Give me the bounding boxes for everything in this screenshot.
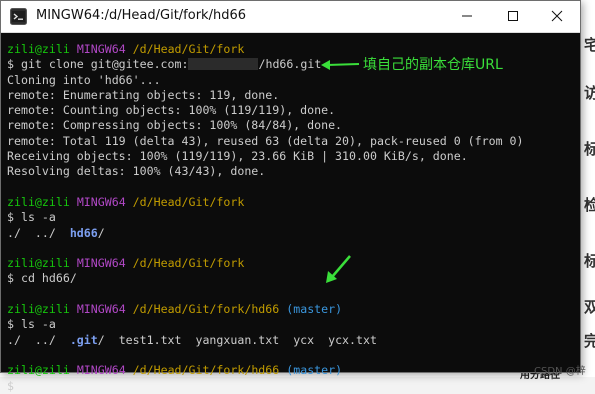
prompt-path: /d/Head/Git/fork/hd66 bbox=[132, 302, 280, 317]
background-char: 宅 bbox=[584, 36, 595, 54]
ls-output: ./ ../ hd66/ bbox=[7, 226, 573, 241]
background-char: 完 bbox=[584, 332, 595, 350]
redacted-username bbox=[188, 58, 259, 71]
ls-dots: ./ ../ bbox=[7, 225, 70, 240]
title-bar[interactable]: MINGW64:/d/Head/Git/fork/hd66 bbox=[1, 1, 580, 33]
background-char: 标 bbox=[584, 252, 595, 270]
prompt-path: /d/Head/Git/fork/hd66 bbox=[132, 363, 280, 378]
command-line[interactable]: $ bbox=[7, 379, 573, 394]
background-char: 双 bbox=[584, 298, 595, 316]
git-branch: (master) bbox=[286, 302, 343, 317]
ls-output: ./ ../ .git/ test1.txt yangxuan.txt ycx … bbox=[7, 333, 573, 348]
watermark-text: CSDN @梓 bbox=[534, 366, 586, 377]
prompt-user: zili@zili bbox=[7, 302, 70, 317]
terminal-window: MINGW64:/d/Head/Git/fork/hd66 zili@zili … bbox=[0, 0, 581, 393]
minimize-icon bbox=[461, 7, 473, 26]
prompt-line: zili@zili MINGW64 /d/Head/Git/fork bbox=[7, 195, 573, 210]
output-line: remote: Total 119 (delta 43), reused 63 … bbox=[7, 133, 524, 148]
command-text: $ git clone git@gitee.com: bbox=[7, 57, 189, 72]
terminal-output[interactable]: zili@zili MINGW64 /d/Head/Git/fork $ git… bbox=[7, 42, 573, 393]
prompt-user: zili@zili bbox=[7, 363, 70, 378]
prompt-path: /d/Head/Git/fork bbox=[132, 42, 245, 56]
minimize-button[interactable] bbox=[444, 1, 490, 32]
prompt-line: zili@zili MINGW64 /d/Head/Git/fork/hd66 … bbox=[7, 302, 573, 317]
close-button[interactable] bbox=[534, 1, 580, 32]
output-line: remote: Enumerating objects: 119, done. bbox=[7, 87, 280, 102]
prompt-line: zili@zili MINGW64 /d/Head/Git/fork/hd66 … bbox=[7, 363, 573, 378]
prompt-user: zili@zili bbox=[7, 42, 70, 56]
prompt-path: /d/Head/Git/fork bbox=[132, 194, 245, 209]
output-line: Receiving objects: 100% (119/119), 23.66… bbox=[7, 149, 468, 164]
ls-files: / test1.txt yangxuan.txt ycx ycx.txt bbox=[97, 332, 377, 347]
directory-entry: .git bbox=[69, 332, 98, 347]
prompt-path: /d/Head/Git/fork bbox=[132, 256, 245, 271]
ls-slash: / bbox=[97, 225, 105, 240]
directory-entry: hd66 bbox=[69, 225, 98, 240]
prompt-host: MINGW64 bbox=[76, 256, 126, 271]
prompt-user: zili@zili bbox=[7, 256, 70, 271]
prompt-user: zili@zili bbox=[7, 194, 70, 209]
command-line: $ cd hd66/ bbox=[7, 271, 77, 286]
output-line: remote: Compressing objects: 100% (84/84… bbox=[7, 118, 343, 133]
window-title: MINGW64:/d/Head/Git/fork/hd66 bbox=[36, 8, 246, 23]
git-branch: (master) bbox=[286, 363, 343, 378]
output-line: Cloning into 'hd66'... bbox=[7, 72, 161, 87]
maximize-button[interactable] bbox=[490, 1, 536, 32]
prompt-line: zili@zili MINGW64 /d/Head/Git/fork bbox=[7, 256, 573, 271]
command-line: $ ls -a bbox=[7, 317, 56, 332]
prompt-host: MINGW64 bbox=[76, 302, 126, 317]
output-line: Resolving deltas: 100% (43/43), done. bbox=[7, 164, 266, 179]
prompt-host: MINGW64 bbox=[76, 363, 126, 378]
prompt-host: MINGW64 bbox=[76, 42, 126, 56]
command-text: /hd66.git bbox=[258, 57, 322, 72]
maximize-icon bbox=[507, 7, 519, 26]
ls-dots: ./ ../ bbox=[7, 332, 70, 347]
annotation-label: 填自己的副本仓库URL bbox=[363, 57, 503, 73]
background-char: 检 bbox=[584, 196, 595, 214]
prompt-host: MINGW64 bbox=[76, 194, 126, 209]
background-char: 访 bbox=[584, 84, 595, 102]
mingw-icon bbox=[10, 8, 27, 25]
output-line: remote: Counting objects: 100% (119/119)… bbox=[7, 103, 336, 118]
background-char: 标 bbox=[584, 140, 595, 158]
close-icon bbox=[551, 7, 563, 26]
command-line: $ ls -a bbox=[7, 210, 56, 225]
